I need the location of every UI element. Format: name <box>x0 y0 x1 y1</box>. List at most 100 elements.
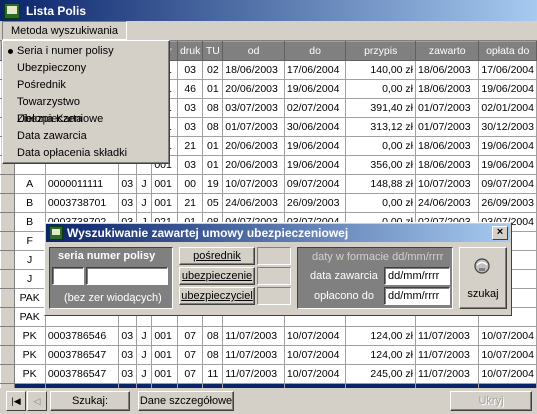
main-window: Lista Polis Metoda wyszukiwania ośr druk <box>0 0 537 414</box>
table-row[interactable]: PK 0003786546 03 J 001 07 08 11/07/2003 10/07/20… <box>0 326 537 346</box>
cell-code: 03 <box>117 345 137 365</box>
row-indicator[interactable] <box>0 231 15 251</box>
cell-type: A <box>13 174 46 194</box>
header-od[interactable]: od <box>222 41 285 61</box>
row-indicator[interactable] <box>0 250 15 270</box>
row-indicator[interactable] <box>0 307 15 327</box>
data-zawarcia-input[interactable]: dd/mm/rrrr <box>384 267 450 285</box>
cell-do: 09/07/2004 <box>283 174 347 194</box>
table-row[interactable]: B 0003738701 03 J 001 21 05 24/06/2003 26/09/200… <box>0 193 537 213</box>
row-indicator[interactable] <box>0 345 15 365</box>
table-row[interactable]: PK 0003786547 03 J 001 07 08 11/07/2003 10/07/20… <box>0 345 537 365</box>
cell-series: J <box>135 364 153 384</box>
seria-input[interactable] <box>52 267 84 285</box>
row-indicator[interactable] <box>0 364 15 384</box>
cell-zawarto: 24/06/2003 <box>415 193 480 213</box>
cell-tu: 19 <box>202 174 224 194</box>
header-druk[interactable]: druk <box>176 41 204 61</box>
oplacono-do-input[interactable]: dd/mm/rrrr <box>384 287 450 305</box>
menu-option-ubezpieczony[interactable]: Ubezpieczony <box>3 60 169 77</box>
table-row[interactable]: A 0000011111 03 J 001 00 19 10/07/2003 09/07/200… <box>0 174 537 194</box>
menu-search-method[interactable]: Metoda wyszukiwania <box>2 21 127 40</box>
cell-przypis: 148,88 zł <box>345 174 417 194</box>
header-przypis[interactable]: przypis <box>345 41 417 61</box>
cell-type: J <box>13 269 46 289</box>
cell-do: 02/07/2004 <box>283 98 347 118</box>
cell-type: PK <box>13 345 46 365</box>
row-indicator[interactable] <box>0 174 15 194</box>
row-indicator[interactable] <box>0 193 15 213</box>
cell-tu: 08 <box>202 345 224 365</box>
cell-do: 19/06/2004 <box>283 79 347 99</box>
search-button[interactable]: szukaj <box>459 247 507 309</box>
posrednik-button[interactable]: pośrednik <box>179 247 255 265</box>
row-indicator[interactable] <box>0 326 15 346</box>
cell-oplata-do: 19/06/2004 <box>478 155 537 175</box>
ubezpieczenie-button[interactable]: ubezpieczenie <box>179 267 255 285</box>
row-indicator[interactable] <box>0 269 15 289</box>
cell-od: 10/07/2003 <box>222 174 285 194</box>
table-row[interactable]: PK 0003786547 03 J 001 07 11 11/07/2003 10/07/20… <box>0 364 537 384</box>
cell-od: 01/07/2003 <box>222 117 285 137</box>
header-oplata-do[interactable]: opłata do <box>478 41 537 61</box>
dialog-title: Wyszukiwanie zawartej umowy ubezpieczeni… <box>67 226 349 240</box>
policy-number-input[interactable] <box>86 267 168 285</box>
cell-druk: 03 <box>176 60 204 80</box>
dates-panel: daty w formacie dd/mm/rrrr data zawarcia… <box>297 247 453 309</box>
oplacono-do-label: opłacono do <box>314 290 374 302</box>
menu-option-posrednik[interactable]: Pośrednik <box>3 77 169 94</box>
details-button[interactable]: Dane szczegółowe <box>138 391 234 411</box>
cell-type: F <box>13 231 46 251</box>
cell-przypis: 391,40 zł <box>345 98 417 118</box>
cell-do: 17/06/2004 <box>283 60 347 80</box>
menu-option-towarzystwo[interactable]: Towarzystwo Ubezpieczeniowe <box>3 94 169 125</box>
search-toolbar-button[interactable]: Szukaj: <box>50 391 130 411</box>
menu-option-data-zawarcia[interactable]: Data zawarcia <box>3 128 169 145</box>
cell-druk: 46 <box>176 79 204 99</box>
hide-button[interactable]: Ukryj <box>450 391 532 411</box>
cell-code: 03 <box>117 174 137 194</box>
header-do[interactable]: do <box>283 41 347 61</box>
cell-do: 10/07/2004 <box>283 345 347 365</box>
bottom-toolbar: |◀ ◁ Szukaj: Dane szczegółowe Ukryj <box>0 388 537 414</box>
first-record-button[interactable]: |◀ <box>6 391 26 411</box>
prev-record-button[interactable]: ◁ <box>27 391 47 411</box>
cell-od: 24/06/2003 <box>222 193 285 213</box>
menu-option-data-oplacenia[interactable]: Data opłacenia składki <box>3 145 169 162</box>
cell-number: 0003786547 <box>44 364 119 384</box>
cell-od: 03/07/2003 <box>222 98 285 118</box>
cell-druk: 03 <box>176 117 204 137</box>
cell-do: 26/09/2003 <box>283 193 347 213</box>
cell-code: 03 <box>117 364 137 384</box>
menu-option-seria-numer[interactable]: Seria i numer polisy <box>3 43 169 60</box>
posrednik-value <box>257 247 291 265</box>
cell-tu: 08 <box>202 98 224 118</box>
header-tu[interactable]: TU <box>202 41 224 61</box>
close-button[interactable]: × <box>492 226 508 240</box>
cell-number: 0003786546 <box>44 326 119 346</box>
cell-oplata-do: 19/06/2004 <box>478 79 537 99</box>
ubezpieczyciel-label: ubezpieczyciel <box>181 290 253 302</box>
cell-od: 11/07/2003 <box>222 326 285 346</box>
window-title: Lista Polis <box>26 3 87 18</box>
cell-oplata-do: 10/07/2004 <box>478 345 537 365</box>
header-zawarto[interactable]: zawarto <box>415 41 480 61</box>
cell-zawarto: 18/06/2003 <box>415 79 480 99</box>
data-zawarcia-label: data zawarcia <box>310 270 378 282</box>
cell-type: B <box>13 212 46 232</box>
ubezpieczyciel-button[interactable]: ubezpieczyciel <box>179 287 255 305</box>
row-indicator[interactable] <box>0 212 15 232</box>
cell-series: J <box>135 345 153 365</box>
no-leading-zeros-note: (bez zer wiodących) <box>64 292 162 304</box>
cell-do: 10/07/2004 <box>283 326 347 346</box>
cell-series: J <box>135 326 153 346</box>
menu-option-zielona-karta[interactable]: Zielona Karta <box>3 111 169 128</box>
cell-druk: 21 <box>176 136 204 156</box>
cell-do: 19/06/2004 <box>283 155 347 175</box>
ubezpieczenie-label: ubezpieczenie <box>181 270 253 282</box>
cell-druk: 07 <box>176 364 204 384</box>
cell-zawarto: 10/07/2003 <box>415 174 480 194</box>
cell-druk: 07 <box>176 345 204 365</box>
cell-tu: 01 <box>202 155 224 175</box>
row-indicator[interactable] <box>0 288 15 308</box>
